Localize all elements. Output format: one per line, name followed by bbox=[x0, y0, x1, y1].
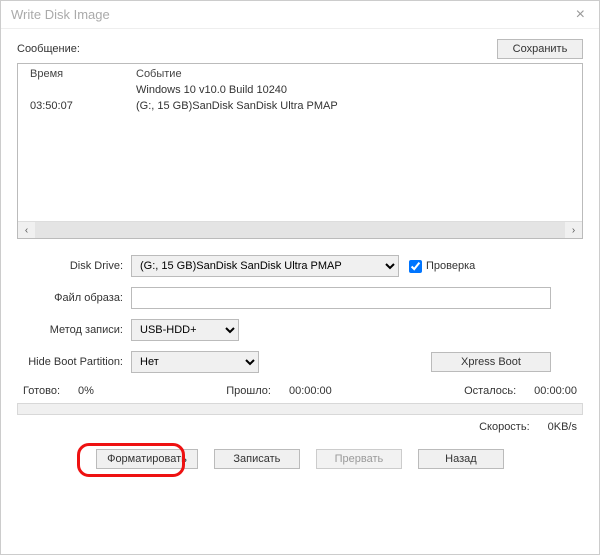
window-title: Write Disk Image bbox=[11, 7, 110, 22]
back-button[interactable]: Назад bbox=[418, 449, 504, 469]
elapsed-value: 00:00:00 bbox=[289, 385, 332, 397]
log-event: (G:, 15 GB)SanDisk SanDisk Ultra PMAP bbox=[136, 100, 574, 112]
write-method-label: Метод записи: bbox=[21, 324, 131, 336]
ready-label: Готово: bbox=[23, 385, 60, 397]
log-row: 03:50:07 (G:, 15 GB)SanDisk SanDisk Ultr… bbox=[26, 98, 574, 114]
action-buttons: Форматировать Записать Прервать Назад bbox=[17, 449, 583, 469]
write-method-select[interactable]: USB-HDD+ bbox=[131, 319, 239, 341]
titlebar: Write Disk Image × bbox=[1, 1, 599, 29]
verify-checkbox-wrapper[interactable]: Проверка bbox=[409, 260, 475, 273]
log-event: Windows 10 v10.0 Build 10240 bbox=[136, 84, 574, 96]
remain-label: Осталось: bbox=[464, 385, 516, 397]
message-log: Время Событие Windows 10 v10.0 Build 102… bbox=[17, 63, 583, 239]
write-button[interactable]: Записать bbox=[214, 449, 300, 469]
speed-value: 0KB/s bbox=[548, 421, 577, 433]
xpress-boot-button[interactable]: Xpress Boot bbox=[431, 352, 551, 372]
abort-button[interactable]: Прервать bbox=[316, 449, 402, 469]
disk-drive-label: Disk Drive: bbox=[21, 260, 131, 272]
hide-boot-label: Hide Boot Partition: bbox=[21, 356, 131, 368]
status-row: Готово: 0% Прошло: 00:00:00 Осталось: 00… bbox=[17, 385, 583, 397]
speed-row: Скорость: 0KB/s bbox=[17, 421, 583, 433]
log-header: Время Событие bbox=[18, 64, 582, 82]
speed-label: Скорость: bbox=[479, 421, 530, 433]
log-header-time: Время bbox=[26, 68, 136, 80]
image-file-input[interactable] bbox=[131, 287, 551, 309]
elapsed-label: Прошло: bbox=[226, 385, 271, 397]
close-icon[interactable]: × bbox=[570, 6, 591, 24]
message-label: Сообщение: bbox=[17, 43, 80, 55]
progress-bar bbox=[17, 403, 583, 415]
scroll-left-icon[interactable]: ‹ bbox=[18, 225, 35, 236]
ready-value: 0% bbox=[78, 385, 94, 397]
form-area: Disk Drive: (G:, 15 GB)SanDisk SanDisk U… bbox=[17, 255, 583, 373]
hide-boot-select[interactable]: Нет bbox=[131, 351, 259, 373]
verify-checkbox[interactable] bbox=[409, 260, 422, 273]
write-disk-image-window: Write Disk Image × Сообщение: Сохранить … bbox=[0, 0, 600, 555]
scroll-right-icon[interactable]: › bbox=[565, 225, 582, 236]
dialog-content: Сообщение: Сохранить Время Событие Windo… bbox=[1, 29, 599, 554]
disk-drive-select[interactable]: (G:, 15 GB)SanDisk SanDisk Ultra PMAP bbox=[131, 255, 399, 277]
log-header-event: Событие bbox=[136, 68, 574, 80]
scroll-track[interactable] bbox=[35, 222, 565, 238]
horizontal-scrollbar[interactable]: ‹ › bbox=[18, 221, 582, 238]
log-body: Windows 10 v10.0 Build 10240 03:50:07 (G… bbox=[18, 82, 582, 221]
verify-label: Проверка bbox=[426, 260, 475, 272]
log-row: Windows 10 v10.0 Build 10240 bbox=[26, 82, 574, 98]
log-time bbox=[26, 84, 136, 96]
save-button[interactable]: Сохранить bbox=[497, 39, 583, 59]
log-time: 03:50:07 bbox=[26, 100, 136, 112]
remain-value: 00:00:00 bbox=[534, 385, 577, 397]
format-button[interactable]: Форматировать bbox=[96, 449, 198, 469]
image-file-label: Файл образа: bbox=[21, 292, 131, 304]
